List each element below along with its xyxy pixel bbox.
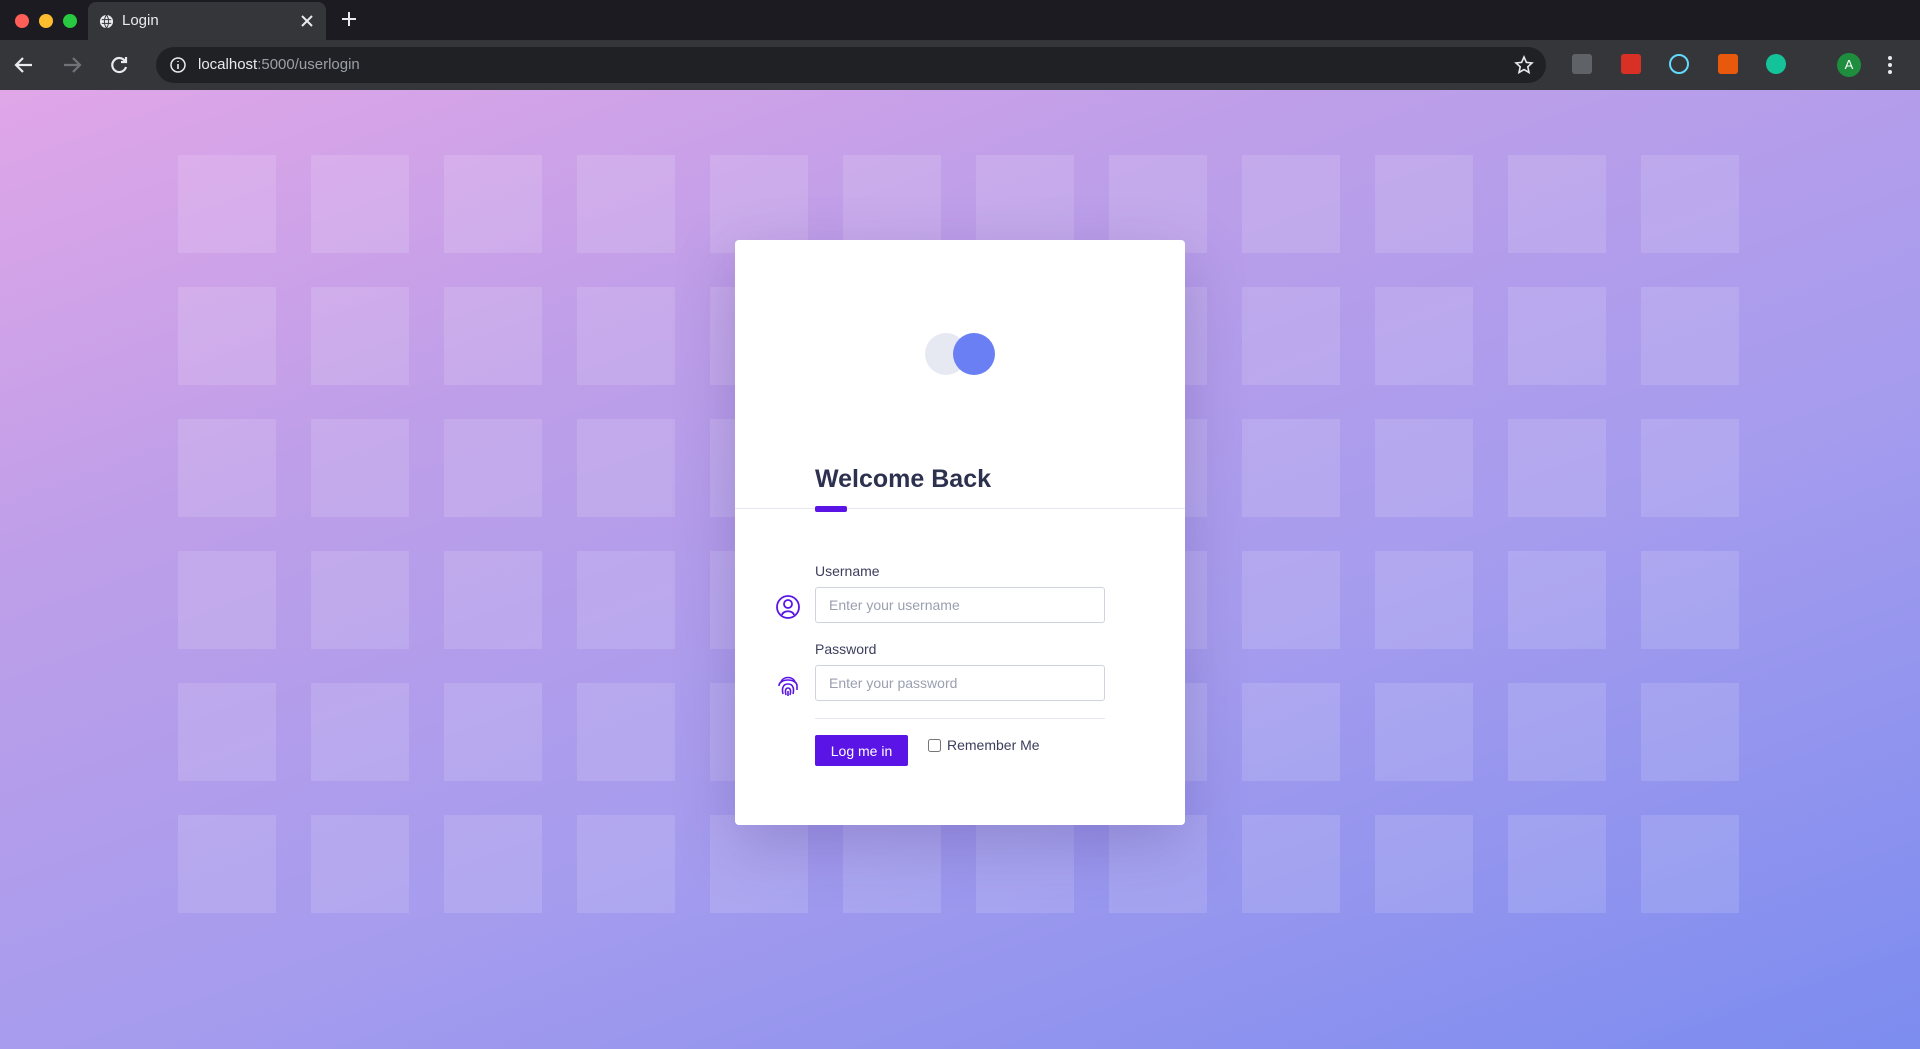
background-tile (1375, 551, 1473, 649)
background-tile (1641, 155, 1739, 253)
background-tile (311, 815, 409, 913)
background-tile (1375, 155, 1473, 253)
background-tile (577, 419, 675, 517)
background-tile (1508, 155, 1606, 253)
username-field[interactable] (815, 587, 1105, 623)
close-tab-icon[interactable] (298, 12, 316, 30)
background-tile (178, 419, 276, 517)
background-tile (1109, 155, 1207, 253)
background-tile (178, 815, 276, 913)
profile-avatar[interactable]: A (1837, 53, 1861, 77)
tab-title: Login (122, 12, 159, 29)
login-button[interactable]: Log me in (815, 735, 908, 766)
background-tile (1508, 419, 1606, 517)
background-tile (1242, 155, 1340, 253)
forward-arrow-icon[interactable] (61, 54, 83, 76)
bookmark-star-icon[interactable] (1514, 55, 1534, 75)
login-card: Welcome Back Username Password Log me in… (735, 240, 1185, 825)
background-tile (444, 815, 542, 913)
remember-me-checkbox[interactable] (928, 738, 941, 752)
background-tile (311, 287, 409, 385)
background-tile (178, 683, 276, 781)
background-tile (1375, 683, 1473, 781)
background-tile (311, 551, 409, 649)
maximize-window-button[interactable] (63, 14, 77, 28)
off-extension-icon[interactable] (1572, 54, 1592, 74)
background-tile (1641, 287, 1739, 385)
background-tile (976, 815, 1074, 913)
password-label: Password (815, 641, 877, 657)
background-tile (1375, 287, 1473, 385)
background-tile (577, 683, 675, 781)
username-label: Username (815, 563, 880, 579)
background-tile (1641, 419, 1739, 517)
background-tile (1375, 815, 1473, 913)
close-window-button[interactable] (15, 14, 29, 28)
background-tile (1508, 683, 1606, 781)
password-field[interactable] (815, 665, 1105, 701)
fingerprint-icon (778, 676, 798, 696)
background-tile (1641, 815, 1739, 913)
background-tile (1242, 551, 1340, 649)
background-tile (1242, 419, 1340, 517)
background-tile (444, 155, 542, 253)
background-tile (1641, 551, 1739, 649)
arrow-extension-icon[interactable] (1621, 54, 1641, 74)
background-tile (1641, 683, 1739, 781)
background-tile (178, 287, 276, 385)
background-tile (311, 683, 409, 781)
background-tile (976, 155, 1074, 253)
remember-me[interactable]: Remember Me (928, 737, 1040, 753)
background-tile (1508, 551, 1606, 649)
background-tile (710, 155, 808, 253)
background-tile (577, 551, 675, 649)
background-tile (311, 419, 409, 517)
address-bar[interactable]: localhost:5000/userlogin (156, 47, 1546, 83)
remember-me-label: Remember Me (947, 737, 1040, 753)
background-tile (1109, 815, 1207, 913)
menu-dots-icon[interactable] (1887, 54, 1893, 76)
grammarly-icon[interactable] (1766, 54, 1786, 74)
background-tile (577, 155, 675, 253)
browser-tabstrip: Login (0, 0, 1920, 40)
background-tile (1375, 419, 1473, 517)
back-arrow-icon[interactable] (13, 54, 35, 76)
background-tile (843, 815, 941, 913)
tab-login[interactable]: Login (88, 2, 326, 40)
background-tile (1242, 683, 1340, 781)
form-divider (815, 718, 1105, 719)
background-tile (444, 419, 542, 517)
reload-icon[interactable] (108, 54, 130, 76)
background-tile (1242, 815, 1340, 913)
background-tile (843, 155, 941, 253)
header-divider (735, 508, 1185, 509)
background-tile (577, 287, 675, 385)
globe-icon (99, 14, 114, 29)
user-icon (776, 595, 800, 619)
background-tile (178, 155, 276, 253)
background-tile (444, 551, 542, 649)
new-tab-icon[interactable] (340, 10, 358, 28)
background-tile (444, 287, 542, 385)
background-tile (1242, 287, 1340, 385)
site-info-icon[interactable] (170, 57, 186, 73)
page-title: Welcome Back (815, 465, 992, 493)
url-text: localhost:5000/userlogin (198, 56, 360, 73)
background-tile (311, 155, 409, 253)
logo-circle-primary (953, 333, 995, 375)
background-tile (1508, 287, 1606, 385)
background-tile (710, 815, 808, 913)
minimize-window-button[interactable] (39, 14, 53, 28)
login-page: Welcome Back Username Password Log me in… (0, 90, 1920, 1049)
react-devtools-icon[interactable] (1669, 54, 1689, 74)
background-tile (577, 815, 675, 913)
background-tile (178, 551, 276, 649)
browser-toolbar: localhost:5000/userlogin A (0, 40, 1920, 90)
background-tile (1508, 815, 1606, 913)
background-tile (444, 683, 542, 781)
title-accent-bar (815, 506, 847, 512)
pdf-extension-icon[interactable] (1718, 54, 1738, 74)
